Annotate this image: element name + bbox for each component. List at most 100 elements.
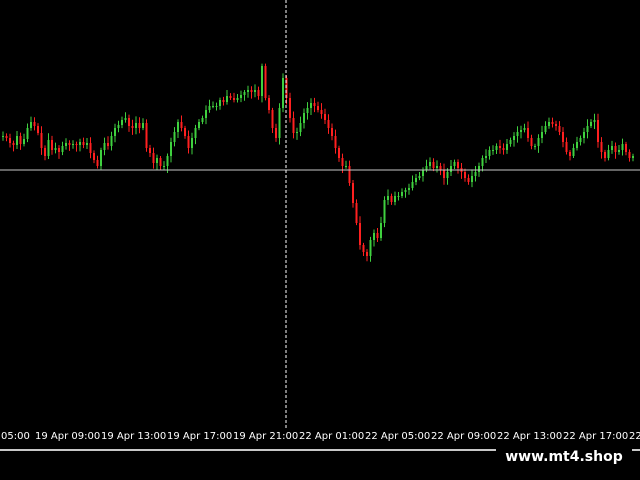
candle-body <box>68 143 71 145</box>
time-label: 22 Apr 01:00 <box>299 431 365 442</box>
candle-body <box>89 143 92 153</box>
time-label: 22 Apr 13:00 <box>497 431 563 442</box>
candle-body <box>369 240 372 256</box>
candle-body <box>513 136 515 140</box>
candle-body <box>30 122 32 128</box>
candle-body <box>425 166 428 170</box>
candle-body <box>320 110 323 114</box>
candle-body <box>453 162 456 166</box>
candle-body <box>19 136 22 144</box>
candle-body <box>527 128 529 138</box>
candle-body <box>12 143 15 145</box>
candle-body <box>243 92 246 95</box>
candle-body <box>184 128 186 136</box>
candle-body <box>362 245 365 252</box>
candle-body <box>5 136 8 138</box>
candle-body <box>488 150 491 156</box>
candle-body <box>548 122 550 126</box>
candle-body <box>345 166 347 167</box>
time-label: 19 Apr 21:00 <box>233 431 299 442</box>
candle-body <box>275 128 277 138</box>
candle-body <box>478 166 480 172</box>
candle-body <box>121 120 123 125</box>
candle-body <box>432 162 435 168</box>
candle-body <box>26 128 29 139</box>
candle-body <box>600 142 603 152</box>
candle-body <box>180 122 183 128</box>
candle-body <box>331 128 333 136</box>
candle-body <box>114 128 116 136</box>
candle-body <box>86 143 88 145</box>
candle-body <box>569 152 571 156</box>
candle-body <box>306 108 309 113</box>
time-label: 19 Apr 09:00 <box>35 431 101 442</box>
candle-body <box>100 150 102 166</box>
candle-body <box>233 98 235 100</box>
candle-body <box>82 142 85 145</box>
candle-body <box>418 176 421 178</box>
candles-group <box>2 63 634 262</box>
candle-body <box>278 108 281 138</box>
candle-body <box>268 98 270 110</box>
candle-body <box>72 144 74 145</box>
candle-body <box>51 140 53 150</box>
candle-body <box>44 148 46 156</box>
candle-body <box>156 158 158 163</box>
candle-body <box>65 143 67 146</box>
candle-body <box>247 90 249 92</box>
candle-body <box>299 123 302 132</box>
candle-body <box>131 126 134 128</box>
time-label: 22 Apr 05:00 <box>365 431 431 442</box>
candle-body <box>499 146 501 148</box>
candle-body <box>579 138 582 142</box>
candle-body <box>506 144 508 150</box>
candle-body <box>324 114 326 120</box>
chart-area[interactable] <box>0 0 640 428</box>
candle-body <box>411 182 414 188</box>
time-label: 05:00 <box>1 431 30 442</box>
candle-body <box>485 156 487 158</box>
candle-body <box>520 130 522 132</box>
candle-body <box>103 143 106 150</box>
candle-body <box>590 122 592 126</box>
candle-body <box>219 100 221 106</box>
candle-body <box>61 146 64 152</box>
candle-body <box>222 100 225 102</box>
candle-body <box>537 138 540 146</box>
candle-body <box>261 66 263 96</box>
candle-body <box>509 140 512 144</box>
price-chart[interactable] <box>0 0 640 428</box>
candle-body <box>303 113 305 123</box>
candle-body <box>383 200 386 223</box>
candle-body <box>205 110 207 118</box>
candle-body <box>565 142 568 152</box>
candle-body <box>40 133 43 148</box>
candle-body <box>446 172 449 178</box>
candle-body <box>516 132 519 136</box>
candle-body <box>436 166 438 168</box>
candle-body <box>443 170 445 178</box>
time-label: 19 Apr 17:00 <box>167 431 233 442</box>
candle-body <box>138 123 141 128</box>
candle-body <box>572 148 575 156</box>
candle-body <box>194 128 197 138</box>
time-label: 19 Apr 13:00 <box>101 431 167 442</box>
candle-body <box>422 170 424 176</box>
time-label: 22 Apr 09:00 <box>431 431 497 442</box>
candle-body <box>23 139 25 144</box>
candle-body <box>16 136 18 145</box>
candle-body <box>457 162 459 168</box>
candle-body <box>236 98 239 100</box>
candle-body <box>576 142 578 148</box>
candle-body <box>380 223 382 238</box>
candle-body <box>541 132 543 138</box>
candle-body <box>397 196 400 197</box>
candle-body <box>58 148 60 152</box>
candle-body <box>201 118 204 122</box>
candle-body <box>632 156 634 158</box>
candle-body <box>404 190 407 192</box>
candle-body <box>583 132 585 138</box>
candle-body <box>191 138 193 148</box>
candle-body <box>142 123 144 128</box>
candle-body <box>198 122 200 128</box>
